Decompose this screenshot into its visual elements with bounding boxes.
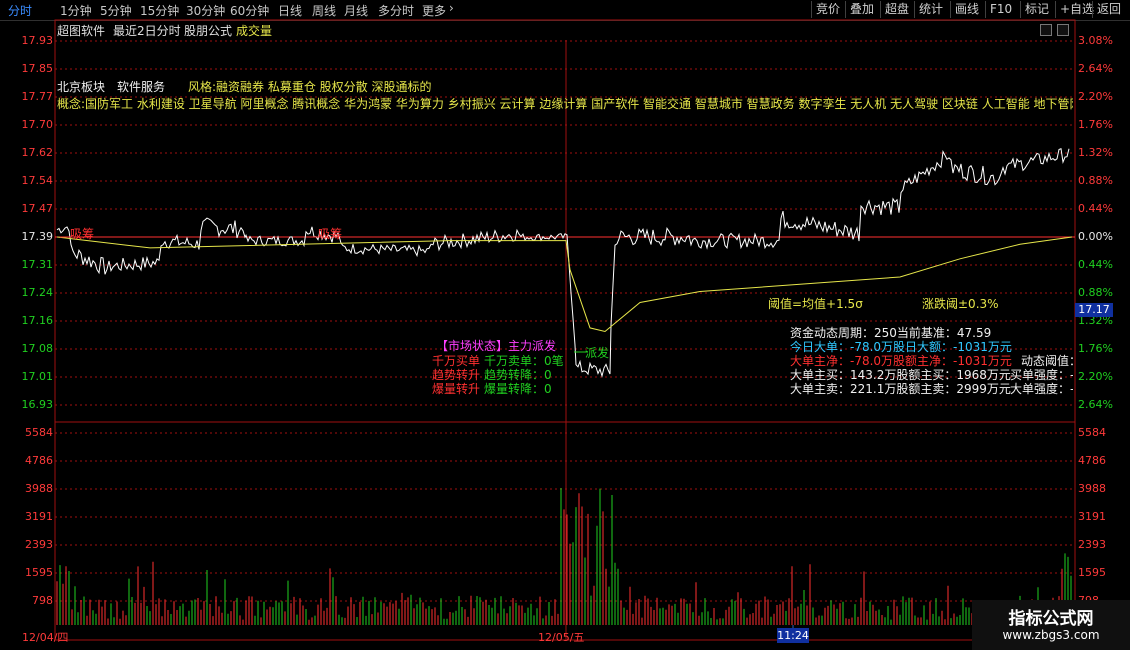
price-tick: 17.08 (21, 342, 54, 355)
market-state-row: 趋势转降：0 (484, 368, 552, 382)
fund-sell-row: 大单主卖：221.1万股额主卖：2999万元 (790, 382, 1011, 396)
market-state-row: 千万卖单：0笔 (484, 354, 564, 368)
paifa-marker: 派发 (585, 346, 610, 360)
date-label-1: 12/04/四 (22, 631, 69, 644)
concept-label: 概念:国防军工 水利建设 卫星导航 阿里概念 腾讯概念 华为鸿蒙 华为算力 乡村… (57, 97, 1073, 111)
fund-today-row: 今日大单：-78.0万股日大额：-1031万元 (790, 340, 1012, 354)
buy-strength: 买单强度：-20. (1010, 368, 1073, 382)
chart-period-label: 最近2日分时 (113, 24, 181, 38)
price-tick: 17.31 (21, 258, 54, 271)
zhangdie-label: 涨跌阈±0.3% (922, 297, 999, 311)
vol-tick-right: 5584 (1078, 426, 1106, 439)
price-tick: 17.47 (21, 202, 54, 215)
formula-label: 股朋公式 (184, 24, 233, 38)
big-strength: 大单强度：-21. (1010, 382, 1073, 396)
vol-tick: 5584 (25, 426, 53, 439)
watermark-title: 指标公式网 (1008, 609, 1094, 629)
market-state-row: 爆量转升 (432, 382, 481, 396)
vol-tick: 798 (32, 594, 53, 607)
current-price-tag: 17.17 (1075, 303, 1113, 317)
price-tick: 17.77 (21, 90, 54, 103)
style-label: 风格:融资融券 私募重仓 股权分散 深股通标的 (188, 80, 432, 94)
threshold-label: 阈值=均值+1.5σ (768, 297, 863, 311)
vol-tick-right: 3191 (1078, 510, 1106, 523)
vol-tick: 3191 (25, 510, 53, 523)
fund-buy-row: 大单主买：143.2万股额主买：1968万元 (790, 368, 1011, 382)
region-label: 北京板块 (57, 80, 106, 94)
price-tick: 16.93 (21, 398, 54, 411)
avg-price-line (56, 236, 1073, 333)
pct-tick: 0.44% (1078, 258, 1113, 271)
market-state-row: 趋势转升 (432, 368, 481, 382)
pct-tick: 1.76% (1078, 118, 1113, 131)
watermark-url: www.zbgs3.com (1002, 628, 1100, 642)
vol-tick: 3988 (25, 482, 53, 495)
watermark: 指标公式网 www.zbgs3.com (972, 600, 1130, 650)
pct-tick: 0.00% (1078, 230, 1113, 243)
market-state-row: 爆量转降：0 (484, 382, 552, 396)
price-tick: 17.93 (21, 34, 54, 47)
vol-tick: 4786 (25, 454, 53, 467)
vol-tick: 2393 (25, 538, 53, 551)
vol-tick: 1595 (25, 566, 53, 579)
pct-tick: 1.32% (1078, 146, 1113, 159)
cursor-time-tag: 11:24 (777, 628, 809, 643)
fund-cycle-row: 资金动态周期：250当前基准：47.59 (790, 326, 992, 340)
price-tick: 17.62 (21, 146, 54, 159)
window-close-icon[interactable] (1057, 24, 1069, 36)
vol-tick-right: 1595 (1078, 566, 1106, 579)
market-state-row: 千万买单 (432, 354, 481, 368)
pct-tick: 2.20% (1078, 370, 1113, 383)
xichou-marker-1: 吸筹 (70, 227, 95, 241)
pct-tick: 2.64% (1078, 62, 1113, 75)
pct-tick: 2.20% (1078, 90, 1113, 103)
price-tick: 17.70 (21, 118, 54, 131)
xichou-marker-2: 吸筹 (318, 227, 343, 241)
volume-label: 成交量 (236, 24, 273, 38)
price-tick: 17.16 (21, 314, 54, 327)
price-tick: 17.85 (21, 62, 54, 75)
vol-tick-right: 2393 (1078, 538, 1106, 551)
industry-label: 软件服务 (117, 80, 166, 94)
pct-tick: 0.44% (1078, 202, 1113, 215)
pct-tick: 3.08% (1078, 34, 1113, 47)
pct-tick: 2.64% (1078, 398, 1113, 411)
price-tick: 17.39 (21, 230, 54, 243)
price-tick: 17.24 (21, 286, 54, 299)
pct-tick: 0.88% (1078, 174, 1113, 187)
vol-tick-right: 3988 (1078, 482, 1106, 495)
date-label-2: 12/05/五 (538, 631, 585, 644)
window-restore-icon[interactable] (1040, 24, 1052, 36)
market-state-title: 【市场状态】主力派发 (436, 339, 557, 353)
pct-tick: 0.88% (1078, 286, 1113, 299)
pct-tick: 1.76% (1078, 342, 1113, 355)
chart-stock-name: 超图软件 (57, 24, 106, 38)
vol-tick-right: 4786 (1078, 454, 1106, 467)
dynamic-threshold: 动态阈值：34.6 (1021, 354, 1073, 368)
fund-net-row: 大单主净：-78.0万股额主净：-1031万元 (790, 354, 1012, 368)
price-tick: 17.01 (21, 370, 54, 383)
price-tick: 17.54 (21, 174, 54, 187)
